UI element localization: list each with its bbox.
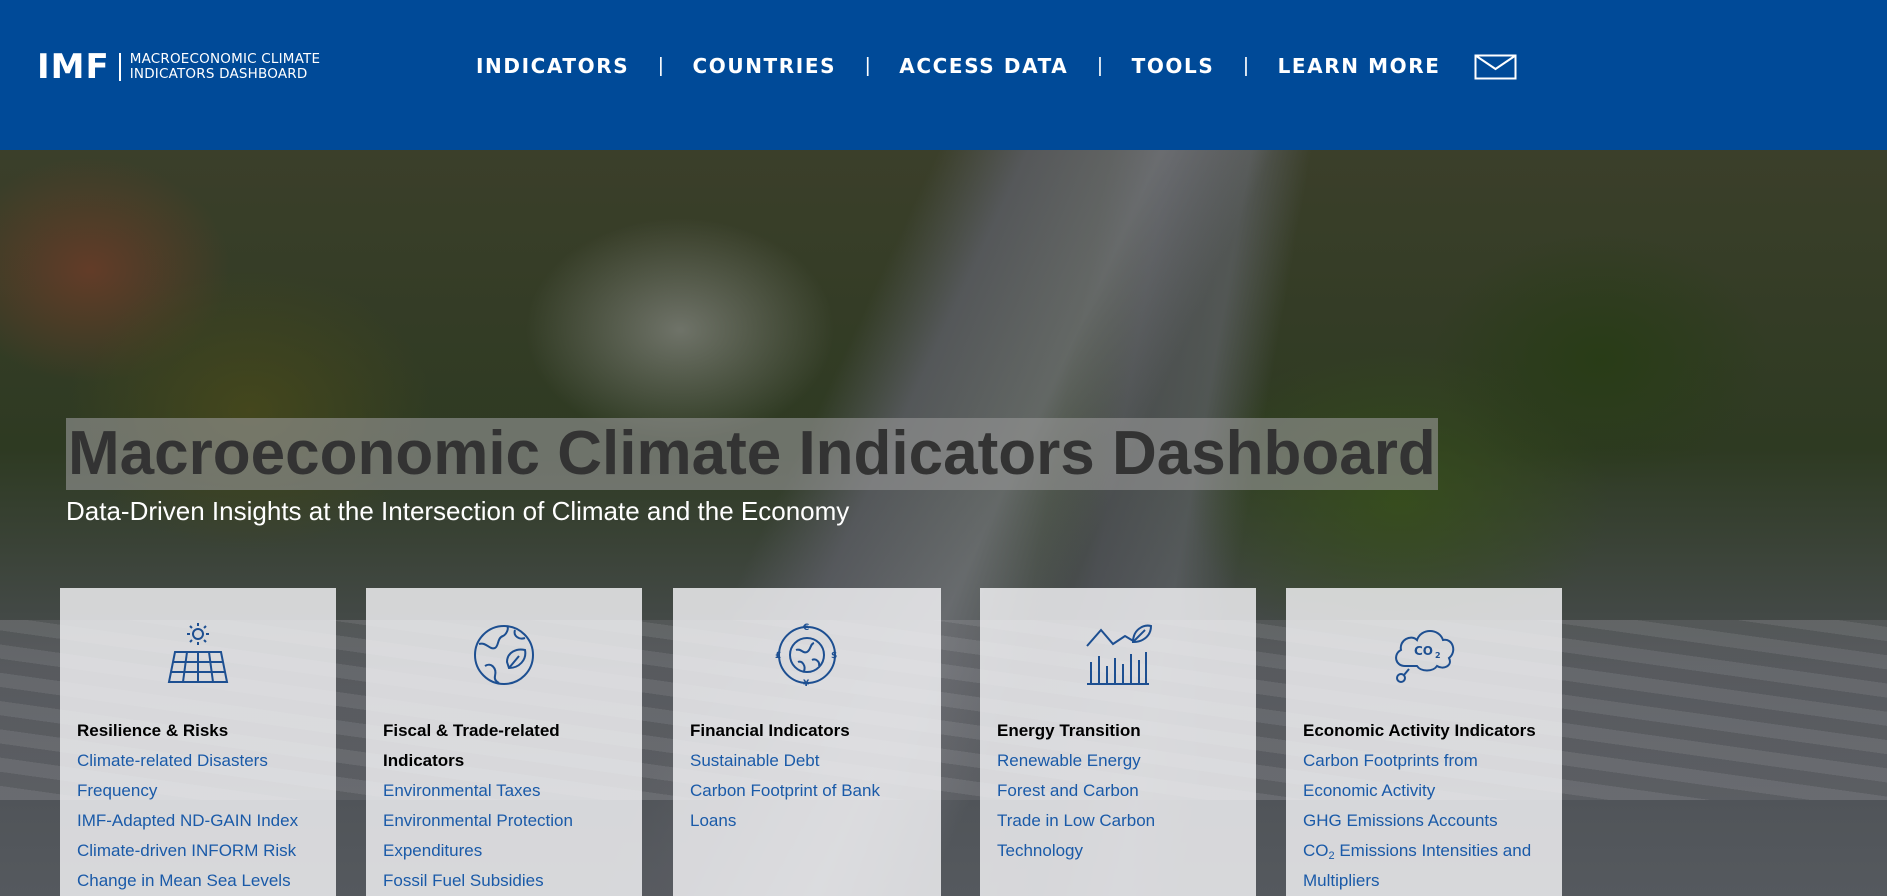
svg-text:€: €	[802, 623, 809, 633]
nav-countries[interactable]: COUNTRIES	[692, 54, 836, 78]
nav-separator: |	[1097, 54, 1103, 77]
card-title: Energy Transition	[997, 721, 1141, 740]
nav-access-data[interactable]: ACCESS DATA	[899, 54, 1068, 78]
card-energy-transition: Energy Transition Renewable Energy Fores…	[980, 588, 1256, 896]
co2-cloud-icon: CO 2	[1395, 630, 1455, 683]
card-title: Economic Activity Indicators	[1303, 721, 1536, 740]
link-co2-emissions-intensities[interactable]: CO2 Emissions Intensities and Multiplier…	[1303, 836, 1546, 896]
page-title: Macroeconomic Climate Indicators Dashboa…	[66, 418, 1438, 490]
nav-separator: |	[1243, 54, 1249, 77]
nav-indicators[interactable]: INDICATORS	[476, 54, 629, 78]
link-forest-carbon[interactable]: Forest and Carbon	[997, 776, 1240, 806]
nav-separator: |	[658, 54, 664, 77]
nav-learn-more[interactable]: LEARN MORE	[1278, 54, 1441, 78]
link-fossil-fuel-subsidies[interactable]: Fossil Fuel Subsidies	[383, 866, 626, 896]
logo-line-1: MACROECONOMIC CLIMATE	[129, 51, 321, 67]
card-title: Resilience & Risks	[77, 721, 229, 740]
growth-chart-icon	[1086, 624, 1153, 685]
link-renewable-energy[interactable]: Renewable Energy	[997, 746, 1240, 776]
link-inform-risk[interactable]: Climate-driven INFORM Risk	[77, 836, 320, 866]
solar-panel-icon	[167, 623, 229, 683]
main-nav: INDICATORS | COUNTRIES | ACCESS DATA | T…	[476, 52, 1441, 80]
card-economic-activity: CO 2 Economic Activity Indicators Carbon…	[1286, 588, 1562, 896]
site-header: IMF MACROECONOMIC CLIMATE INDICATORS DAS…	[0, 0, 1887, 150]
link-ghg-emissions-accounts[interactable]: GHG Emissions Accounts	[1303, 806, 1546, 836]
nav-separator: |	[865, 54, 871, 77]
svg-text:CO: CO	[1414, 644, 1433, 658]
card-resilience-risks: Resilience & Risks Climate-related Disas…	[60, 588, 336, 896]
logo-line-2: INDICATORS DASHBOARD	[129, 66, 308, 82]
link-environmental-taxes[interactable]: Environmental Taxes	[383, 776, 626, 806]
logo-text: MACROECONOMIC CLIMATE INDICATORS DASHBOA…	[130, 52, 320, 82]
co2-suffix: Emissions Intensities and Multipliers	[1303, 841, 1532, 890]
card-financial: € ¥ £ $ Financial Indicators Sustainable…	[673, 588, 941, 896]
svg-text:$: $	[831, 651, 837, 661]
link-environmental-protection[interactable]: Environmental Protection Expenditures	[383, 806, 626, 866]
card-fiscal-trade: Fiscal & Trade-related Indicators Enviro…	[366, 588, 642, 896]
logo-divider	[118, 53, 121, 81]
page-subtitle: Data-Driven Insights at the Intersection…	[66, 496, 850, 526]
link-sea-levels[interactable]: Change in Mean Sea Levels	[77, 866, 320, 896]
svg-text:2: 2	[1435, 651, 1441, 660]
link-carbon-footprints-economic[interactable]: Carbon Footprints from Economic Activity	[1303, 746, 1546, 806]
link-nd-gain-index[interactable]: IMF-Adapted ND-GAIN Index	[77, 806, 320, 836]
card-title: Financial Indicators	[690, 721, 850, 740]
co2-prefix: CO	[1303, 841, 1329, 860]
envelope-icon[interactable]	[1474, 54, 1517, 80]
card-title: Fiscal & Trade-related Indicators	[383, 721, 560, 770]
link-sustainable-debt[interactable]: Sustainable Debt	[690, 746, 925, 776]
imf-logo[interactable]: IMF MACROECONOMIC CLIMATE INDICATORS DAS…	[37, 50, 320, 84]
link-climate-disasters[interactable]: Climate-related Disasters Frequency	[77, 746, 320, 806]
nav-tools[interactable]: TOOLS	[1132, 54, 1215, 78]
svg-text:¥: ¥	[803, 679, 810, 688]
svg-text:£: £	[775, 651, 781, 661]
globe-leaf-icon	[474, 625, 534, 685]
link-carbon-bank-loans[interactable]: Carbon Footprint of Bank Loans	[690, 776, 925, 836]
hero-banner: Macroeconomic Climate Indicators Dashboa…	[0, 150, 1887, 896]
link-low-carbon-trade[interactable]: Trade in Low Carbon Technology	[997, 806, 1240, 866]
currency-globe-icon: € ¥ £ $	[775, 623, 837, 688]
logo-mark: IMF	[37, 47, 110, 87]
